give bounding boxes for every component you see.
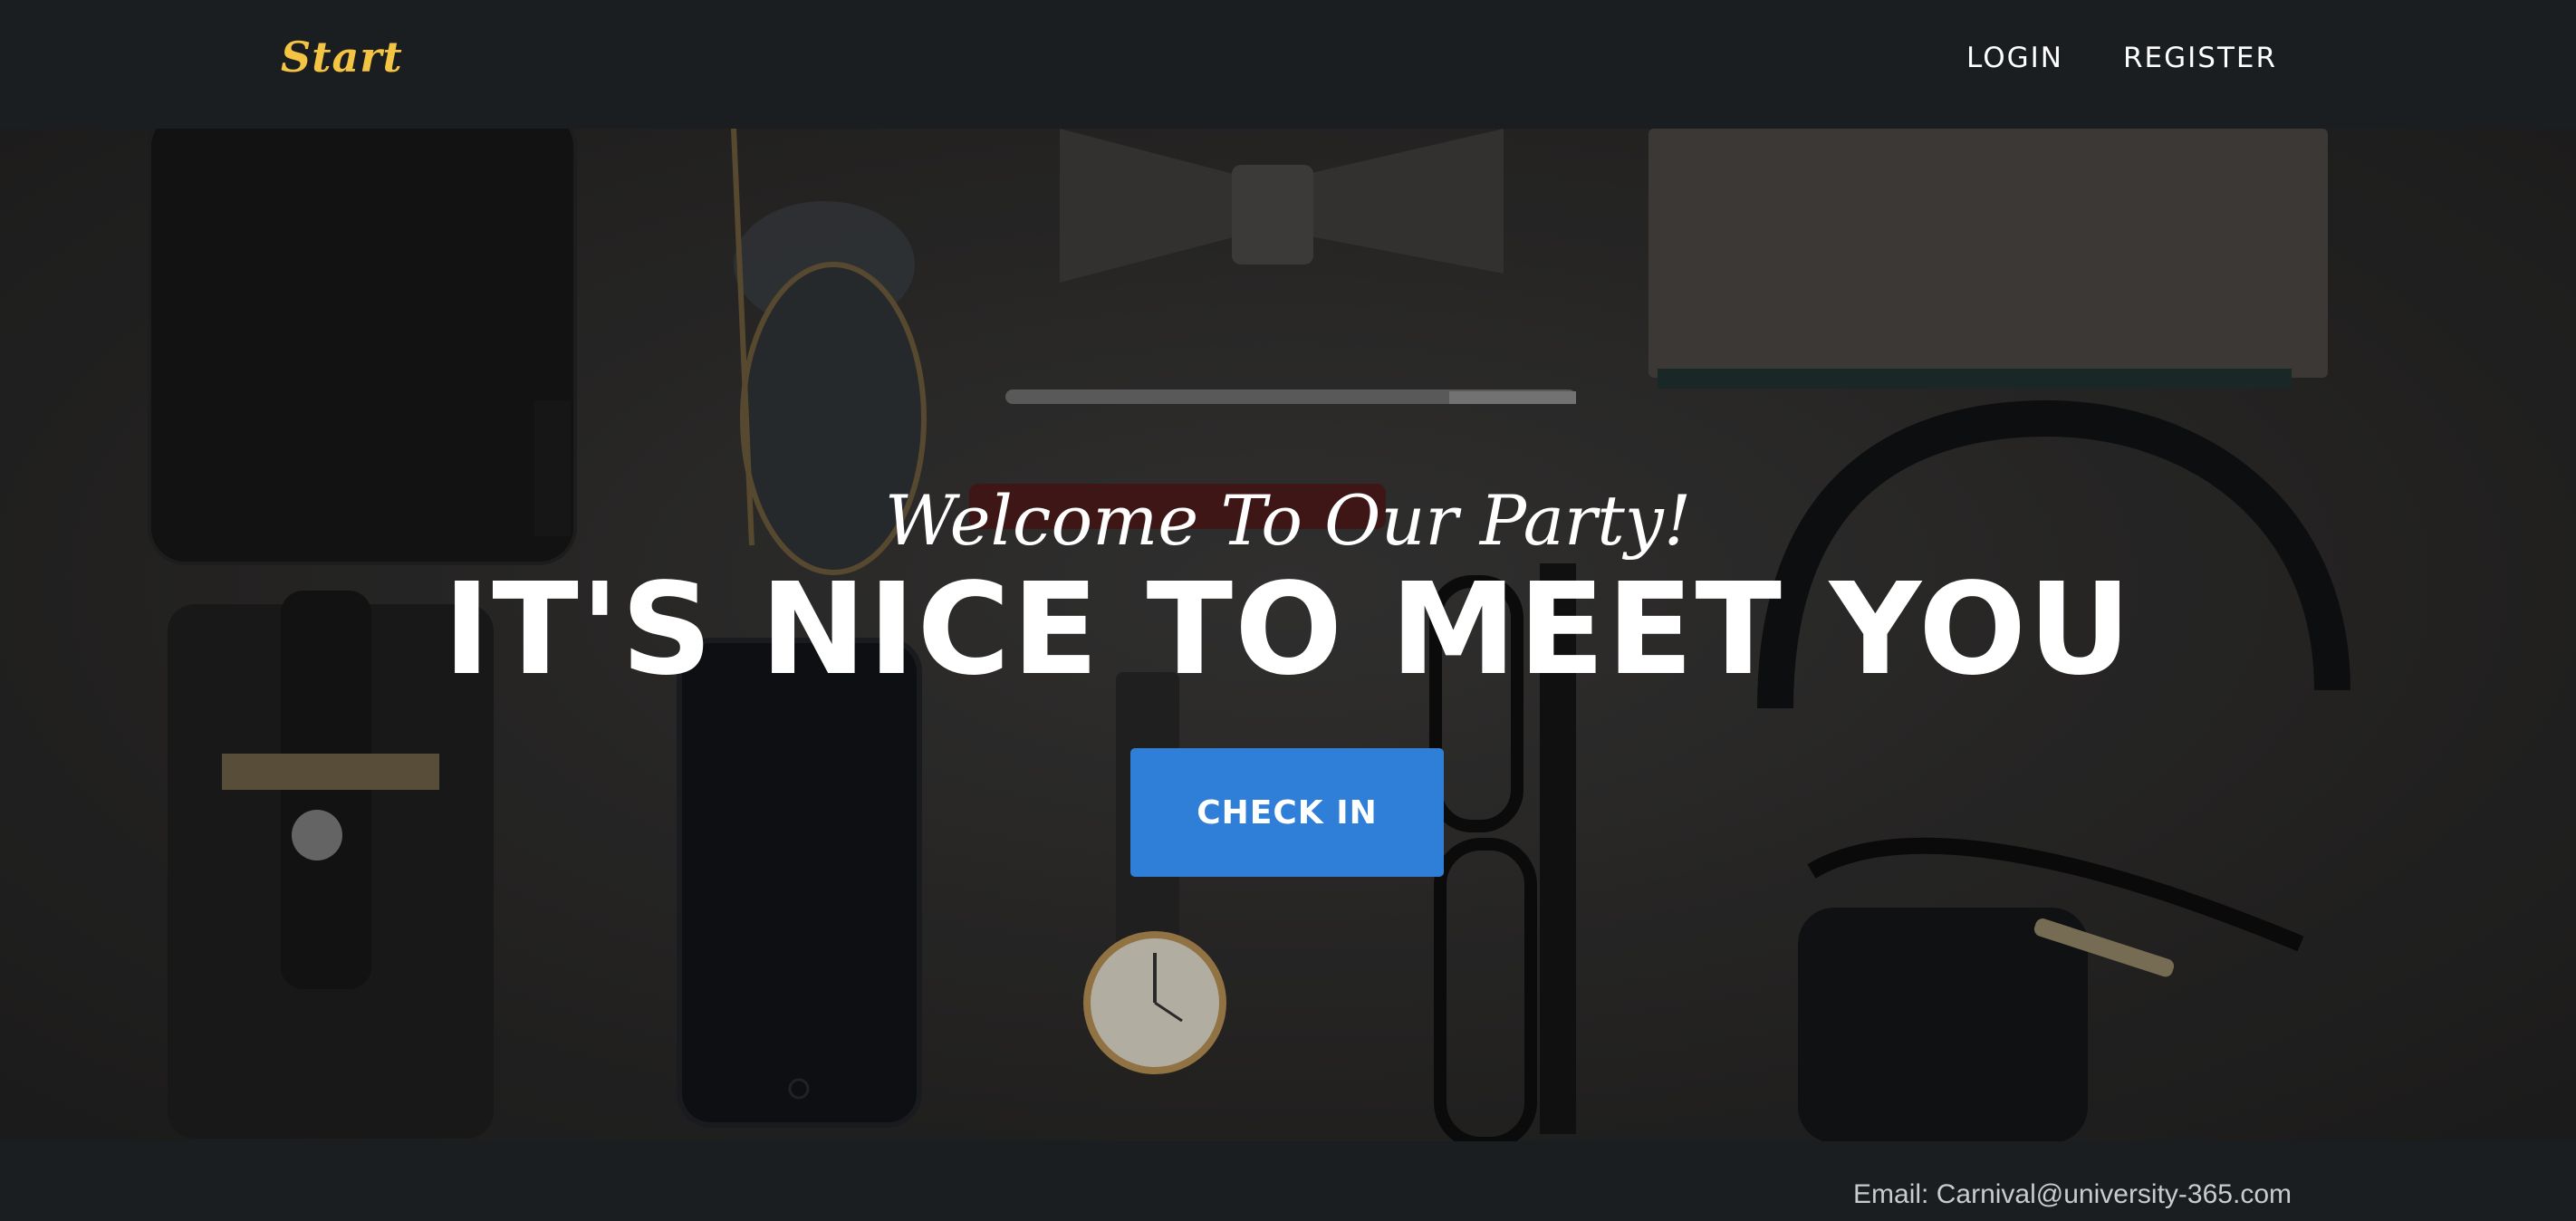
nav-link-register[interactable]: REGISTER	[2123, 42, 2277, 74]
navbar: Start LOGIN REGISTER	[0, 0, 2576, 129]
nav-link-login[interactable]: LOGIN	[1966, 42, 2063, 74]
nav-links: LOGIN REGISTER	[1966, 42, 2277, 74]
footer: Email: Carnival@university-365.com	[0, 1141, 2576, 1221]
brand-logo-link[interactable]: Start	[281, 33, 403, 82]
check-in-button[interactable]: CHECK IN	[1130, 748, 1444, 877]
hero-section: Welcome To Our Party! IT'S NICE TO MEET …	[0, 129, 2576, 1141]
hero-title: IT'S NICE TO MEET YOU	[443, 556, 2133, 704]
footer-email: Email: Carnival@university-365.com	[1853, 1179, 2292, 1209]
hero-subtitle: Welcome To Our Party!	[884, 480, 1692, 561]
